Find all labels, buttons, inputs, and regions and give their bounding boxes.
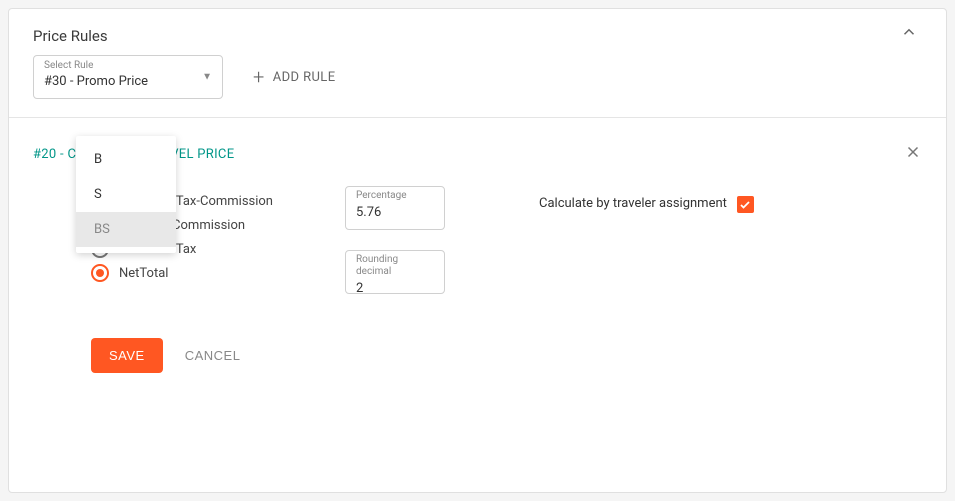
close-rule-button[interactable]: [904, 142, 922, 166]
close-icon: [904, 143, 922, 161]
radio-nettotal[interactable]: NetTotal: [91, 264, 321, 282]
caret-down-icon: ▼: [202, 72, 212, 83]
save-button[interactable]: SAVE: [91, 338, 163, 373]
chevron-up-icon: [900, 23, 918, 41]
add-rule-button[interactable]: + ADD RULE: [253, 67, 336, 87]
percentage-value: 5.76: [356, 205, 434, 220]
rounding-decimal-field[interactable]: Rounding decimal 2: [345, 250, 445, 294]
calc-by-traveler-label: Calculate by traveler assignment: [539, 196, 727, 211]
form-actions: SAVE CANCEL: [9, 294, 946, 373]
dropdown-option-bs[interactable]: BS: [76, 212, 176, 247]
dropdown-option-b[interactable]: B: [76, 142, 176, 177]
card-header: Price Rules: [9, 9, 946, 55]
select-rule-label: Select Rule: [44, 60, 212, 72]
numeric-inputs-column: Percentage 5.76 Rounding decimal 2: [345, 186, 475, 294]
dropdown-option-s[interactable]: S: [76, 177, 176, 212]
top-controls-row: Select Rule #30 - Promo Price ▼ + ADD RU…: [9, 55, 946, 117]
select-rule-value: #30 - Promo Price: [44, 74, 212, 89]
calc-by-traveler-checkbox[interactable]: [737, 196, 754, 213]
plus-icon: +: [253, 67, 265, 87]
price-rules-card: Price Rules Select Rule #30 - Promo Pric…: [8, 8, 947, 493]
radio-label: NetTotal: [119, 266, 168, 281]
collapse-button[interactable]: [896, 23, 922, 45]
select-rule-dropdown[interactable]: Select Rule #30 - Promo Price ▼: [33, 55, 223, 99]
add-rule-label: ADD RULE: [273, 70, 336, 85]
calc-by-traveler-row: Calculate by traveler assignment: [499, 186, 754, 294]
check-icon: [739, 199, 751, 211]
rounding-value: 2: [356, 281, 434, 296]
page-title: Price Rules: [33, 27, 108, 45]
bs-dropdown-panel: B S BS: [76, 136, 176, 253]
radio-icon: [91, 264, 109, 282]
cancel-button[interactable]: CANCEL: [185, 348, 241, 363]
percentage-label: Percentage: [356, 190, 434, 202]
rounding-label: Rounding decimal: [356, 254, 434, 278]
percentage-field[interactable]: Percentage 5.76: [345, 186, 445, 230]
